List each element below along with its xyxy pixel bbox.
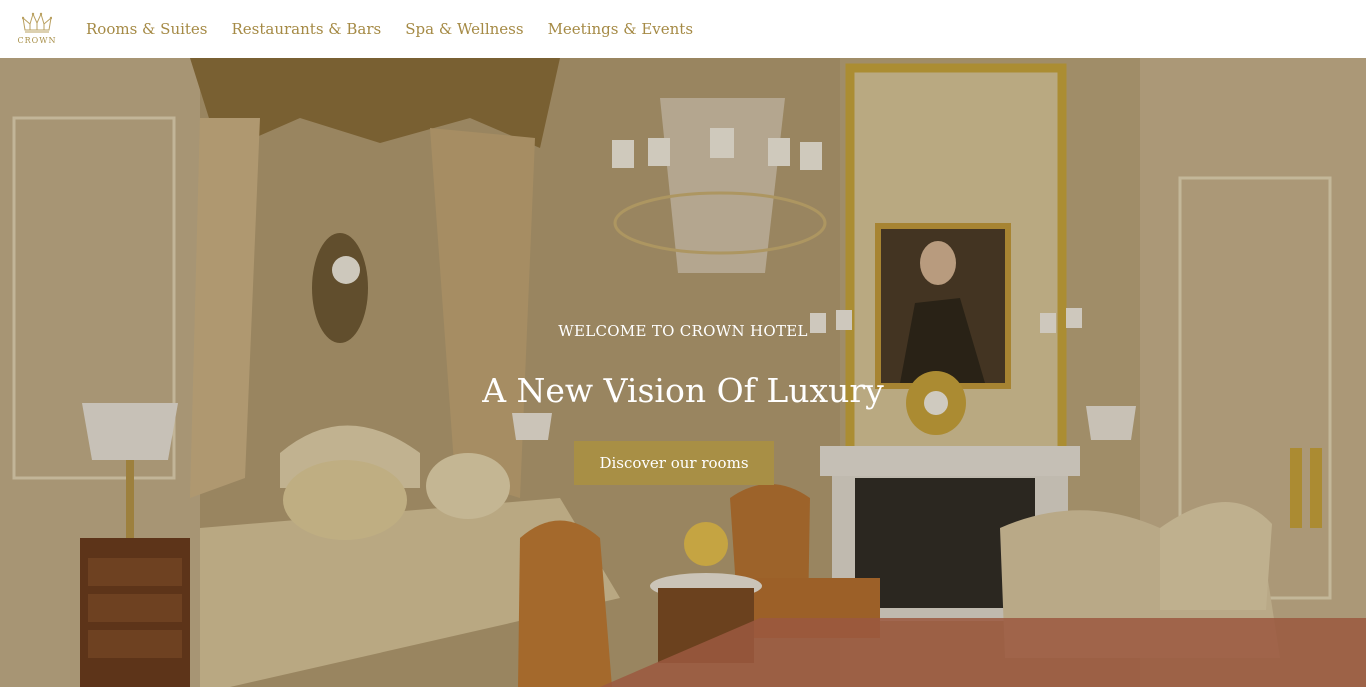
- nav-item-meetings-events[interactable]: Meetings & Events: [548, 20, 693, 38]
- discover-rooms-button[interactable]: Discover our rooms: [574, 441, 774, 485]
- nav-item-spa-wellness[interactable]: Spa & Wellness: [405, 20, 523, 38]
- main-navigation: Rooms & Suites Restaurants & Bars Spa & …: [86, 0, 717, 58]
- hero-title: A New Vision Of Luxury: [482, 371, 884, 410]
- crown-logo[interactable]: CROWN: [14, 12, 60, 46]
- logo-wordmark: CROWN: [17, 36, 57, 45]
- hero-section: WELCOME TO CROWN HOTEL A New Vision Of L…: [0, 58, 1366, 687]
- nav-item-restaurants-bars[interactable]: Restaurants & Bars: [232, 20, 382, 38]
- crown-icon: [22, 12, 52, 33]
- nav-item-rooms-suites[interactable]: Rooms & Suites: [86, 20, 208, 38]
- site-header: CROWN Rooms & Suites Restaurants & Bars …: [0, 0, 1366, 58]
- hero-eyebrow: WELCOME TO CROWN HOTEL: [558, 322, 808, 340]
